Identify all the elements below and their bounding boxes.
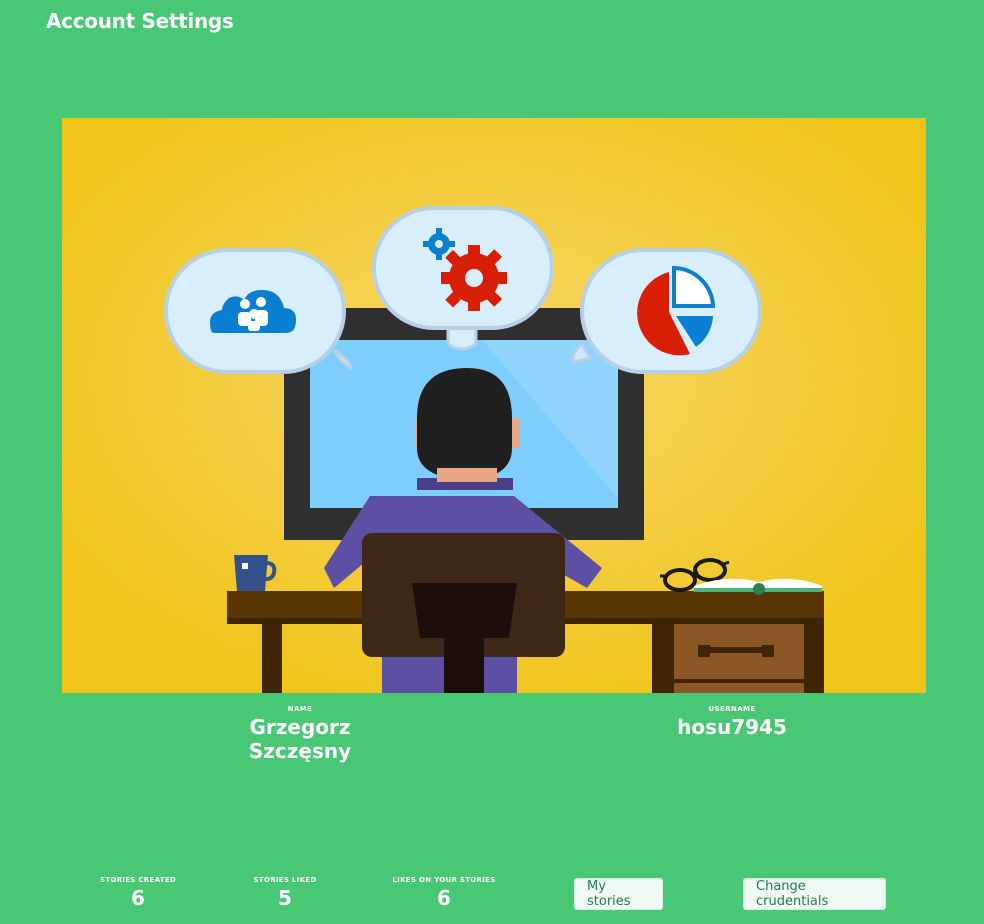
username-field: USERNAME hosu7945 [642, 705, 822, 739]
cloud-users-icon [164, 248, 353, 374]
stories-created-value: 6 [131, 886, 145, 910]
name-value: Grzegorz Szczęsny [248, 715, 352, 763]
hero-illustration [62, 118, 926, 693]
page-title: Account Settings [46, 9, 234, 33]
likes-received-label: LIKES ON YOUR STORIES [392, 876, 496, 884]
likes-received-value: 6 [437, 886, 451, 910]
pie-chart-icon [571, 248, 762, 374]
username-label: USERNAME [708, 705, 756, 713]
name-field: NAME Grzegorz Szczęsny [200, 705, 400, 763]
stories-liked-stat: STORIES LIKED 5 [215, 876, 355, 910]
name-label: NAME [287, 705, 313, 713]
stories-liked-label: STORIES LIKED [253, 876, 317, 884]
stories-created-label: STORIES CREATED [99, 876, 177, 884]
change-credentials-button[interactable]: Change crudentials [743, 878, 886, 910]
my-stories-button[interactable]: My stories [574, 878, 663, 910]
username-value: hosu7945 [677, 715, 787, 739]
likes-received-stat: LIKES ON YOUR STORIES 6 [374, 876, 514, 910]
stories-liked-value: 5 [278, 886, 292, 910]
stories-created-stat: STORIES CREATED 6 [68, 876, 208, 910]
